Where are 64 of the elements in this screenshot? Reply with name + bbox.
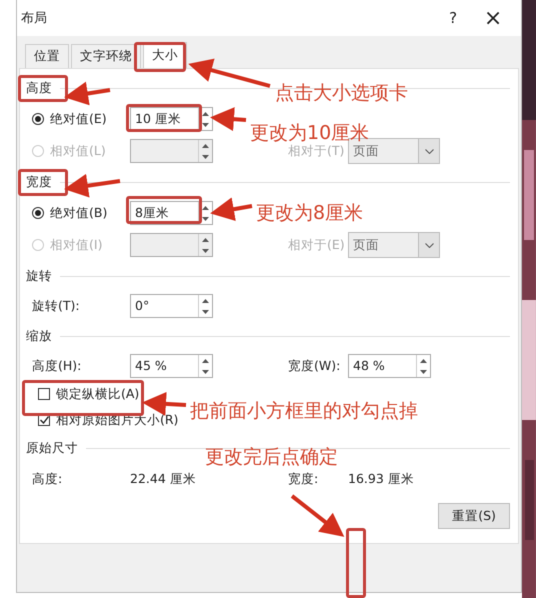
radio-button[interactable] (32, 207, 44, 219)
relative-label: 相对于(E) (288, 236, 346, 254)
spin-field[interactable]: 48 % (348, 354, 431, 378)
relative-label: 相对于(T) (288, 142, 346, 160)
checkbox[interactable] (38, 414, 50, 426)
annotation-text: 更改完后点确定 (205, 445, 338, 470)
annotation-text: 更改为8厘米 (256, 201, 364, 226)
annotation-arrow (64, 82, 110, 106)
chevron-down-icon (424, 148, 434, 154)
radio-label: 相对值(I) (50, 236, 104, 254)
field-label: 旋转(T): (32, 298, 81, 314)
up-arrow-icon[interactable] (202, 298, 209, 302)
highlight-frame (346, 528, 366, 598)
radio-label: 相对值(L) (50, 142, 107, 160)
annotation-arrow (64, 174, 120, 198)
highlight-frame (18, 75, 68, 102)
up-arrow-icon[interactable] (420, 358, 427, 362)
checkbox-label: 锁定纵横比(A) (56, 386, 140, 402)
section-title: 旋转 (26, 268, 52, 284)
up-arrow-icon[interactable] (202, 238, 209, 242)
down-arrow-icon[interactable] (202, 310, 209, 314)
highlight-frame (134, 42, 186, 72)
checkbox[interactable] (38, 388, 50, 400)
radio-label: 绝对值(B) (50, 204, 108, 222)
spin-field[interactable] (130, 233, 213, 257)
field-label: 高度(H): (32, 358, 82, 374)
field-label: 高度: (32, 470, 64, 488)
section-title: 宽度 (26, 174, 52, 190)
chevron-down-icon (424, 242, 434, 248)
section-title: 原始尺寸 (26, 440, 78, 456)
up-arrow-icon[interactable] (202, 112, 209, 116)
down-arrow-icon[interactable] (202, 154, 209, 158)
annotation-text: 点击大小选项卡 (275, 81, 408, 106)
tab[interactable]: 位置 (25, 44, 69, 68)
window-title: 布局 (21, 10, 48, 27)
close-button[interactable]: × (473, 6, 514, 30)
down-arrow-icon[interactable] (202, 370, 209, 374)
up-arrow-icon[interactable] (202, 144, 209, 148)
section-title: 高度 (26, 80, 52, 96)
radio-button[interactable] (32, 113, 44, 125)
field-label: 宽度: (288, 470, 320, 488)
annotation-arrow (210, 197, 252, 222)
section-title: 缩放 (26, 328, 52, 344)
field-label: 宽度(W): (288, 358, 342, 374)
field-value: 16.93 厘米 (348, 470, 415, 488)
down-arrow-icon[interactable] (420, 370, 427, 374)
up-arrow-icon[interactable] (202, 358, 209, 362)
spin-field[interactable]: 45 % (130, 354, 213, 378)
annotation-text: 把前面小方框里的对勾点掉 (190, 399, 418, 424)
reset-button[interactable]: 重置(S) (438, 503, 510, 529)
highlight-frame (18, 169, 68, 196)
annotation-arrow (210, 107, 246, 132)
down-arrow-icon[interactable] (202, 122, 209, 126)
tab[interactable]: 文字环绕 (71, 44, 141, 68)
spin-field[interactable]: 0° (130, 294, 213, 318)
field-value: 22.44 厘米 (130, 470, 197, 488)
check-icon (40, 416, 48, 424)
spin-field[interactable] (130, 139, 213, 163)
down-arrow-icon[interactable] (202, 248, 209, 252)
help-button[interactable]: ? (433, 9, 474, 27)
down-arrow-icon[interactable] (202, 216, 209, 220)
up-arrow-icon[interactable] (202, 206, 209, 210)
radio-label: 绝对值(E) (50, 110, 108, 128)
annotation-arrow (290, 494, 344, 537)
